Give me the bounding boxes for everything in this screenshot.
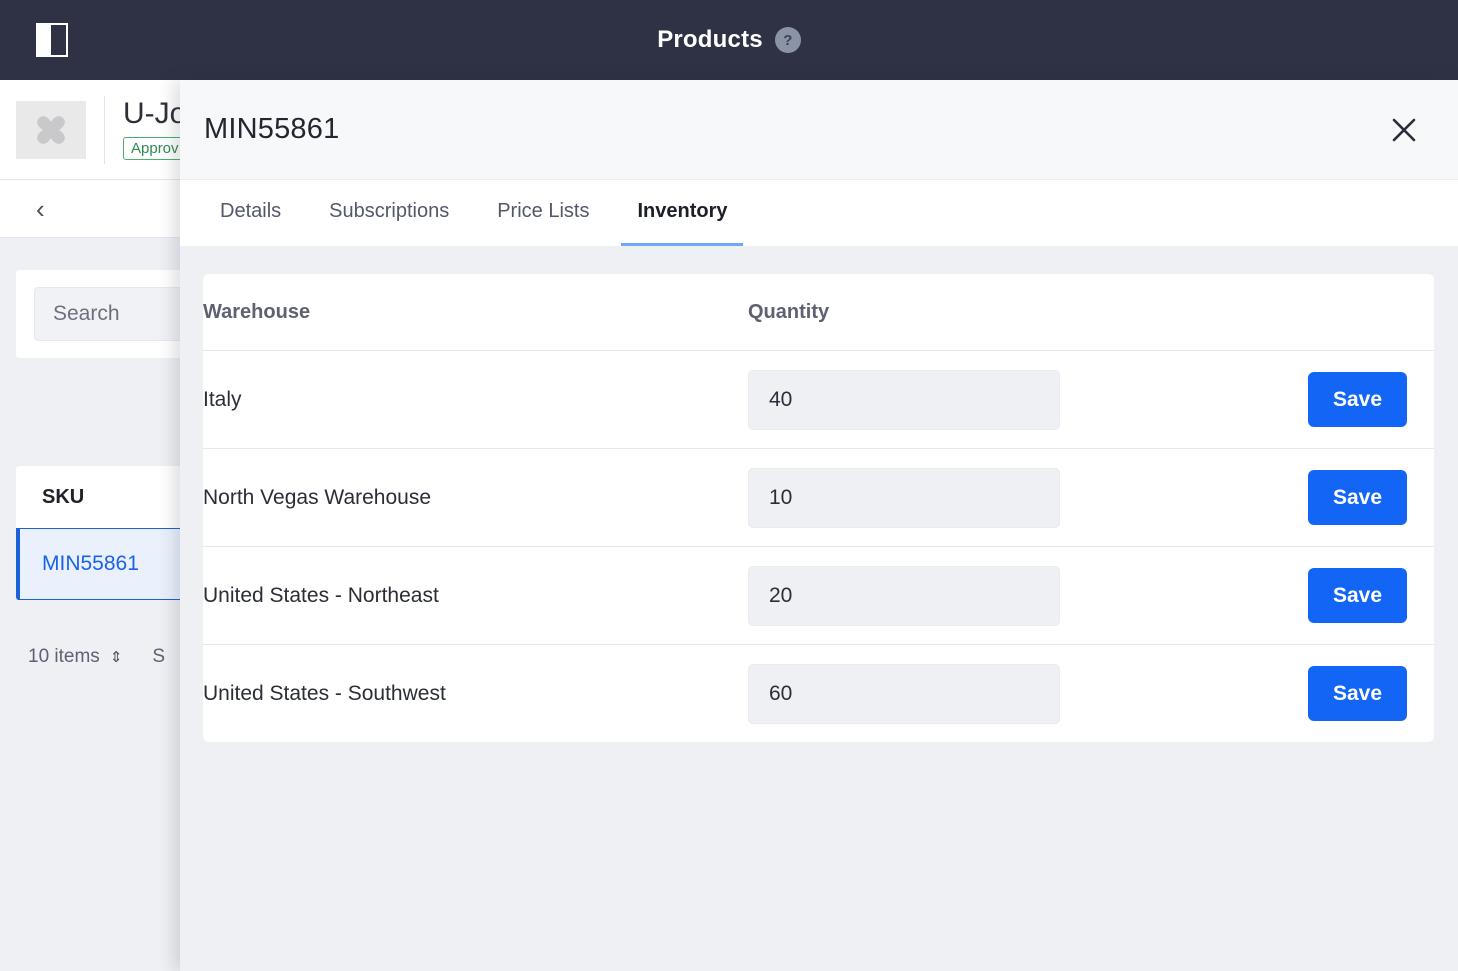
table-row: North Vegas Warehouse Save [203, 448, 1434, 547]
product-meta: U-Jo Approv [123, 99, 187, 160]
cell-actions: Save [1208, 448, 1434, 547]
quantity-input[interactable] [748, 467, 1060, 528]
back-chevron-icon[interactable]: ‹ [36, 196, 45, 222]
product-title: U-Jo [123, 97, 187, 130]
close-icon[interactable] [1384, 110, 1424, 150]
panel-toggle-left [38, 25, 51, 55]
cell-warehouse: United States - Southwest [203, 645, 748, 743]
actions-wrapper: Save [1208, 470, 1434, 525]
app-root: Products ? U-Jo Approv ‹ SKU [0, 0, 1458, 971]
warehouse-name: North Vegas Warehouse [203, 485, 432, 509]
table-row: Italy Save [203, 350, 1434, 449]
panel-toggle-icon[interactable] [36, 23, 68, 57]
cell-quantity [748, 546, 1208, 645]
warehouse-name: United States - Southwest [203, 681, 446, 705]
tab-price-lists[interactable]: Price Lists [481, 180, 605, 246]
items-count-label: 10 items [28, 646, 100, 667]
help-icon[interactable]: ? [774, 27, 801, 53]
items-count-selector[interactable]: 10 items ⇕ [28, 646, 122, 668]
warehouse-name: Italy [203, 387, 242, 411]
modal-body: Warehouse Quantity Italy 40 Save North V… [180, 246, 1458, 971]
table-row: United States - Northeast Save [203, 546, 1434, 645]
actions-wrapper: Save [1208, 666, 1434, 721]
modal-tabbar: Details Subscriptions Price Lists Invent… [180, 180, 1458, 246]
header-divider [104, 95, 105, 164]
column-header-quantity: Quantity [748, 274, 1208, 351]
table-header-row: Warehouse Quantity [203, 274, 1434, 351]
actions-wrapper: Save [1208, 568, 1434, 623]
inventory-table-head: Warehouse Quantity [203, 274, 1434, 351]
sort-updown-icon: ⇕ [109, 648, 123, 666]
broken-image-icon [16, 100, 86, 159]
page-title: Products [657, 26, 763, 53]
cell-quantity [748, 645, 1208, 743]
tab-subscriptions[interactable]: Subscriptions [313, 180, 465, 246]
modal-title: MIN55861 [204, 113, 340, 145]
product-detail-modal: MIN55861 Details Subscriptions Price Lis… [180, 80, 1458, 971]
actions-wrapper: Save [1208, 372, 1434, 427]
top-bar-title-group: Products ? [657, 26, 801, 54]
save-button[interactable]: Save [1308, 666, 1407, 721]
status-badge: Approv [123, 137, 187, 160]
cell-warehouse: North Vegas Warehouse [203, 448, 748, 547]
quantity-input[interactable] [748, 369, 1060, 430]
cell-actions: Save [1208, 645, 1434, 743]
quantity-input[interactable] [748, 663, 1060, 724]
cell-actions: Save [1208, 350, 1434, 449]
inventory-table-body: Italy Save [203, 350, 1434, 743]
modal-header: MIN55861 [180, 80, 1458, 180]
panel-toggle-right [50, 25, 66, 55]
inventory-table: Warehouse Quantity Italy 40 Save North V… [203, 274, 1434, 742]
cell-warehouse: Italy [203, 350, 748, 449]
cell-quantity [748, 448, 1208, 547]
save-button[interactable]: Save [1308, 372, 1407, 427]
warehouse-name: United States - Northeast [203, 583, 439, 607]
cell-actions: Save [1208, 546, 1434, 645]
cell-quantity [748, 350, 1208, 449]
list-footer-secondary: S [152, 646, 166, 667]
table-row: United States - Southwest Save [203, 645, 1434, 743]
save-button[interactable]: Save [1308, 470, 1407, 525]
inventory-card: Warehouse Quantity Italy 40 Save North V… [203, 274, 1434, 742]
column-header-actions [1208, 274, 1434, 351]
save-button[interactable]: Save [1308, 568, 1407, 623]
tab-inventory[interactable]: Inventory [621, 180, 744, 246]
sku-value: MIN55861 [42, 552, 139, 575]
column-header-warehouse: Warehouse [203, 274, 748, 351]
quantity-input[interactable] [748, 565, 1060, 626]
tab-details[interactable]: Details [204, 180, 297, 246]
top-bar: Products ? [0, 0, 1458, 80]
cell-warehouse: United States - Northeast [203, 546, 748, 645]
